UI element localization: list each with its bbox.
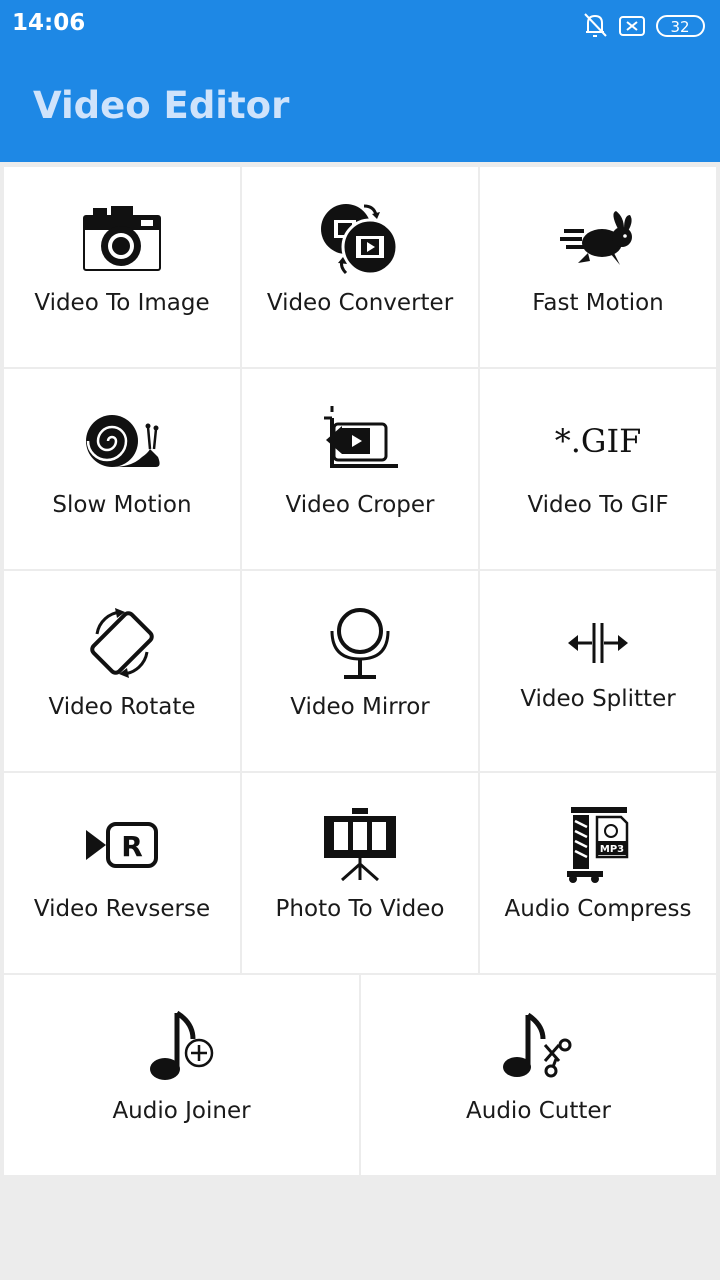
- tile-label: Audio Joiner: [112, 1098, 251, 1124]
- status-time: 14:06: [12, 10, 86, 36]
- gif-icon: *.GIF: [555, 401, 642, 481]
- tile-video-to-image[interactable]: Video To Image: [4, 167, 240, 367]
- app-title: Video Editor: [33, 84, 290, 127]
- app-bar: 14:06 32 Video Editor: [0, 0, 720, 162]
- tile-audio-joiner[interactable]: Audio Joiner: [4, 975, 359, 1175]
- gif-icon-text: *.GIF: [554, 422, 642, 460]
- tile-video-mirror[interactable]: Video Mirror: [242, 571, 478, 771]
- tile-label: Video To GIF: [527, 492, 669, 518]
- compress-icon-text: MP3: [600, 844, 624, 855]
- mirror-icon: [320, 603, 400, 683]
- tile-slow-motion[interactable]: Slow Motion: [4, 369, 240, 569]
- tile-label: Video Croper: [285, 492, 435, 518]
- crop-video-icon: [320, 401, 400, 481]
- tile-photo-to-video[interactable]: Photo To Video: [242, 773, 478, 973]
- rabbit-icon: [558, 199, 638, 279]
- tile-label: Video Mirror: [290, 694, 430, 720]
- music-scissors-icon: [499, 1007, 579, 1087]
- reverse-icon: R: [82, 805, 162, 885]
- tile-label: Video Converter: [266, 290, 454, 316]
- tile-label: Photo To Video: [275, 896, 445, 922]
- battery-level: 32: [670, 18, 689, 36]
- snail-icon: [82, 401, 162, 481]
- tile-label: Fast Motion: [532, 290, 664, 316]
- tile-video-rotate[interactable]: Video Rotate: [4, 571, 240, 771]
- status-icons: 32: [582, 10, 708, 42]
- tile-label: Slow Motion: [52, 492, 192, 518]
- compress-icon: MP3: [558, 805, 638, 885]
- tile-fast-motion[interactable]: Fast Motion: [480, 167, 716, 367]
- tile-audio-compress[interactable]: MP3 Audio Compress: [480, 773, 716, 973]
- tile-video-to-gif[interactable]: *.GIF Video To GIF: [480, 369, 716, 569]
- tile-label: Video Splitter: [520, 686, 676, 712]
- projector-icon: [320, 805, 400, 885]
- tile-video-converter[interactable]: Video Converter: [242, 167, 478, 367]
- bell-muted-icon: [584, 13, 607, 37]
- tile-video-croper[interactable]: Video Croper: [242, 369, 478, 569]
- convert-icon: [320, 199, 400, 279]
- tile-label: Audio Cutter: [466, 1098, 611, 1124]
- tile-audio-cutter[interactable]: Audio Cutter: [361, 975, 716, 1175]
- split-icon: [558, 603, 638, 683]
- camera-icon: [82, 199, 162, 279]
- tools-grid: Video To Image Video Converter Fast Moti…: [4, 167, 716, 1177]
- rotate-icon: [82, 603, 162, 683]
- battery-icon: 32: [656, 15, 705, 37]
- tile-video-revserse[interactable]: R Video Revserse: [4, 773, 240, 973]
- tile-video-splitter[interactable]: Video Splitter: [480, 571, 716, 771]
- tile-label: Video Rotate: [48, 694, 196, 720]
- tile-label: Audio Compress: [504, 896, 692, 922]
- tile-label: Video Revserse: [33, 896, 211, 922]
- tile-label: Video To Image: [34, 290, 210, 316]
- reverse-icon-letter: R: [121, 830, 143, 863]
- sim-x-icon: [619, 16, 645, 36]
- music-plus-icon: [142, 1007, 222, 1087]
